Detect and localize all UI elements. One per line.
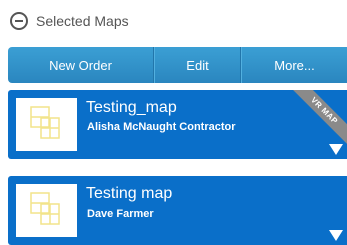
map-title: Testing_map xyxy=(86,99,177,116)
action-toolbar: New Order Edit More... xyxy=(8,47,347,83)
expand-arrow-icon[interactable] xyxy=(329,144,343,155)
new-order-button[interactable]: New Order xyxy=(8,47,154,83)
section-title: Selected Maps xyxy=(36,13,129,29)
selected-maps-header[interactable]: Selected Maps xyxy=(10,9,129,33)
map-title: Testing map xyxy=(86,185,173,202)
vr-map-ribbon: VR MAP xyxy=(287,90,347,148)
edit-button[interactable]: Edit xyxy=(154,47,241,83)
map-owner: Dave Farmer xyxy=(87,208,154,220)
map-card[interactable]: Testing map Dave Farmer xyxy=(8,176,347,245)
expand-arrow-icon[interactable] xyxy=(329,230,343,241)
map-placeholder-icon xyxy=(30,106,60,139)
map-owner: Alisha McNaught Contractor xyxy=(87,121,236,133)
map-thumbnail xyxy=(16,184,77,237)
more-button[interactable]: More... xyxy=(241,47,347,83)
collapse-icon[interactable] xyxy=(10,12,28,30)
map-placeholder-icon xyxy=(30,192,60,225)
map-thumbnail xyxy=(16,98,77,151)
map-card[interactable]: Testing_map Alisha McNaught Contractor V… xyxy=(8,90,347,159)
